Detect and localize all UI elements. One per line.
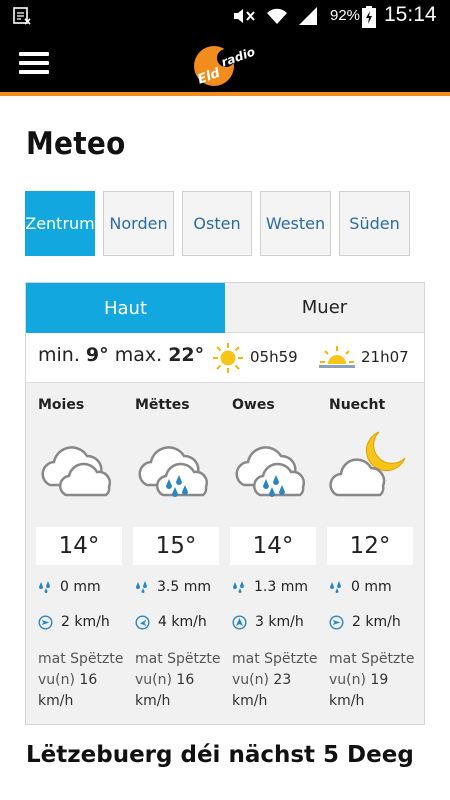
- battery-charging-icon: [362, 6, 376, 28]
- wind-gust: mat Spëtzte vu(n) 16 km/h: [38, 651, 124, 709]
- wind-direction-icon: [135, 614, 150, 630]
- wind-gust: mat Spëtzte vu(n) 19 km/h: [329, 651, 415, 709]
- mute-icon: [234, 9, 255, 23]
- cloud-rain-icon: [138, 446, 209, 497]
- wind-speed: 4 km/h: [135, 614, 207, 630]
- weather-card: Haut Muer min. 9° max. 22° 05h59 21h07 M…: [25, 282, 425, 725]
- moon-cloud-icon: [329, 431, 406, 497]
- raindrops-icon: [136, 581, 147, 593]
- wind-speed: 2 km/h: [329, 614, 401, 630]
- signal-icon: [299, 7, 317, 25]
- app-bar: Eld radio: [0, 32, 450, 96]
- temperature: 12°: [327, 527, 413, 565]
- tab-tomorrow[interactable]: Muer: [225, 283, 424, 333]
- region-tabs: Zentrum Norden Osten Westen Süden: [25, 191, 410, 256]
- sunset-icon: [319, 346, 355, 368]
- precipitation: 0 mm: [329, 579, 392, 595]
- region-tab-westen[interactable]: Westen: [260, 191, 331, 256]
- temperature: 14°: [230, 527, 316, 565]
- cloud-rain-icon: [235, 446, 306, 497]
- period-name: Owes: [232, 397, 275, 413]
- wind-direction-icon: [232, 614, 247, 630]
- hamburger-menu-icon[interactable]: [19, 52, 49, 76]
- svg-text:radio: radio: [219, 44, 257, 69]
- wind-direction-icon: [329, 614, 344, 630]
- sunrise-time: 05h59: [250, 348, 298, 366]
- period-name: Nuecht: [329, 397, 386, 413]
- region-tab-norden[interactable]: Norden: [103, 191, 174, 256]
- cloudy-icon: [41, 446, 112, 497]
- tab-today[interactable]: Haut: [26, 283, 225, 333]
- precipitation: 1.3 mm: [232, 579, 308, 595]
- min-max-temperature: min. 9° max. 22°: [38, 344, 205, 366]
- battery-percent: 92%: [330, 7, 361, 24]
- sunset-time: 21h07: [361, 348, 409, 366]
- region-tab-osten[interactable]: Osten: [182, 191, 252, 256]
- temperature: 15°: [133, 527, 219, 565]
- raindrops-icon: [39, 581, 50, 593]
- eldoradio-logo[interactable]: Eld radio: [190, 40, 262, 88]
- wifi-icon: [267, 8, 287, 24]
- sun-icon: [213, 343, 243, 373]
- raindrops-icon: [330, 581, 341, 593]
- precipitation: 3.5 mm: [135, 579, 211, 595]
- wind-direction-icon: [38, 614, 53, 630]
- period-name: Mëttes: [135, 397, 190, 413]
- clock: 15:14: [384, 3, 437, 26]
- wind-gust: mat Spëtzte vu(n) 16 km/h: [135, 651, 221, 709]
- wind-gust: mat Spëtzte vu(n) 23 km/h: [232, 651, 318, 709]
- region-tab-zentrum[interactable]: Zentrum: [25, 191, 95, 256]
- temperature: 14°: [36, 527, 122, 565]
- region-tab-suden[interactable]: Süden: [339, 191, 410, 256]
- page-title: Meteo: [26, 126, 126, 162]
- status-bar: 92% 15:14: [0, 0, 450, 32]
- day-toggle: Haut Muer: [26, 283, 424, 333]
- wind-speed: 2 km/h: [38, 614, 110, 630]
- wind-speed: 3 km/h: [232, 614, 304, 630]
- raindrops-icon: [233, 581, 244, 593]
- precipitation: 0 mm: [38, 579, 101, 595]
- section-title-5-day-forecast: Lëtzebuerg déi nächst 5 Deeg: [26, 742, 414, 768]
- day-summary: min. 9° max. 22° 05h59 21h07: [26, 333, 424, 383]
- period-name: Moies: [38, 397, 85, 413]
- notification-icon: [13, 7, 31, 25]
